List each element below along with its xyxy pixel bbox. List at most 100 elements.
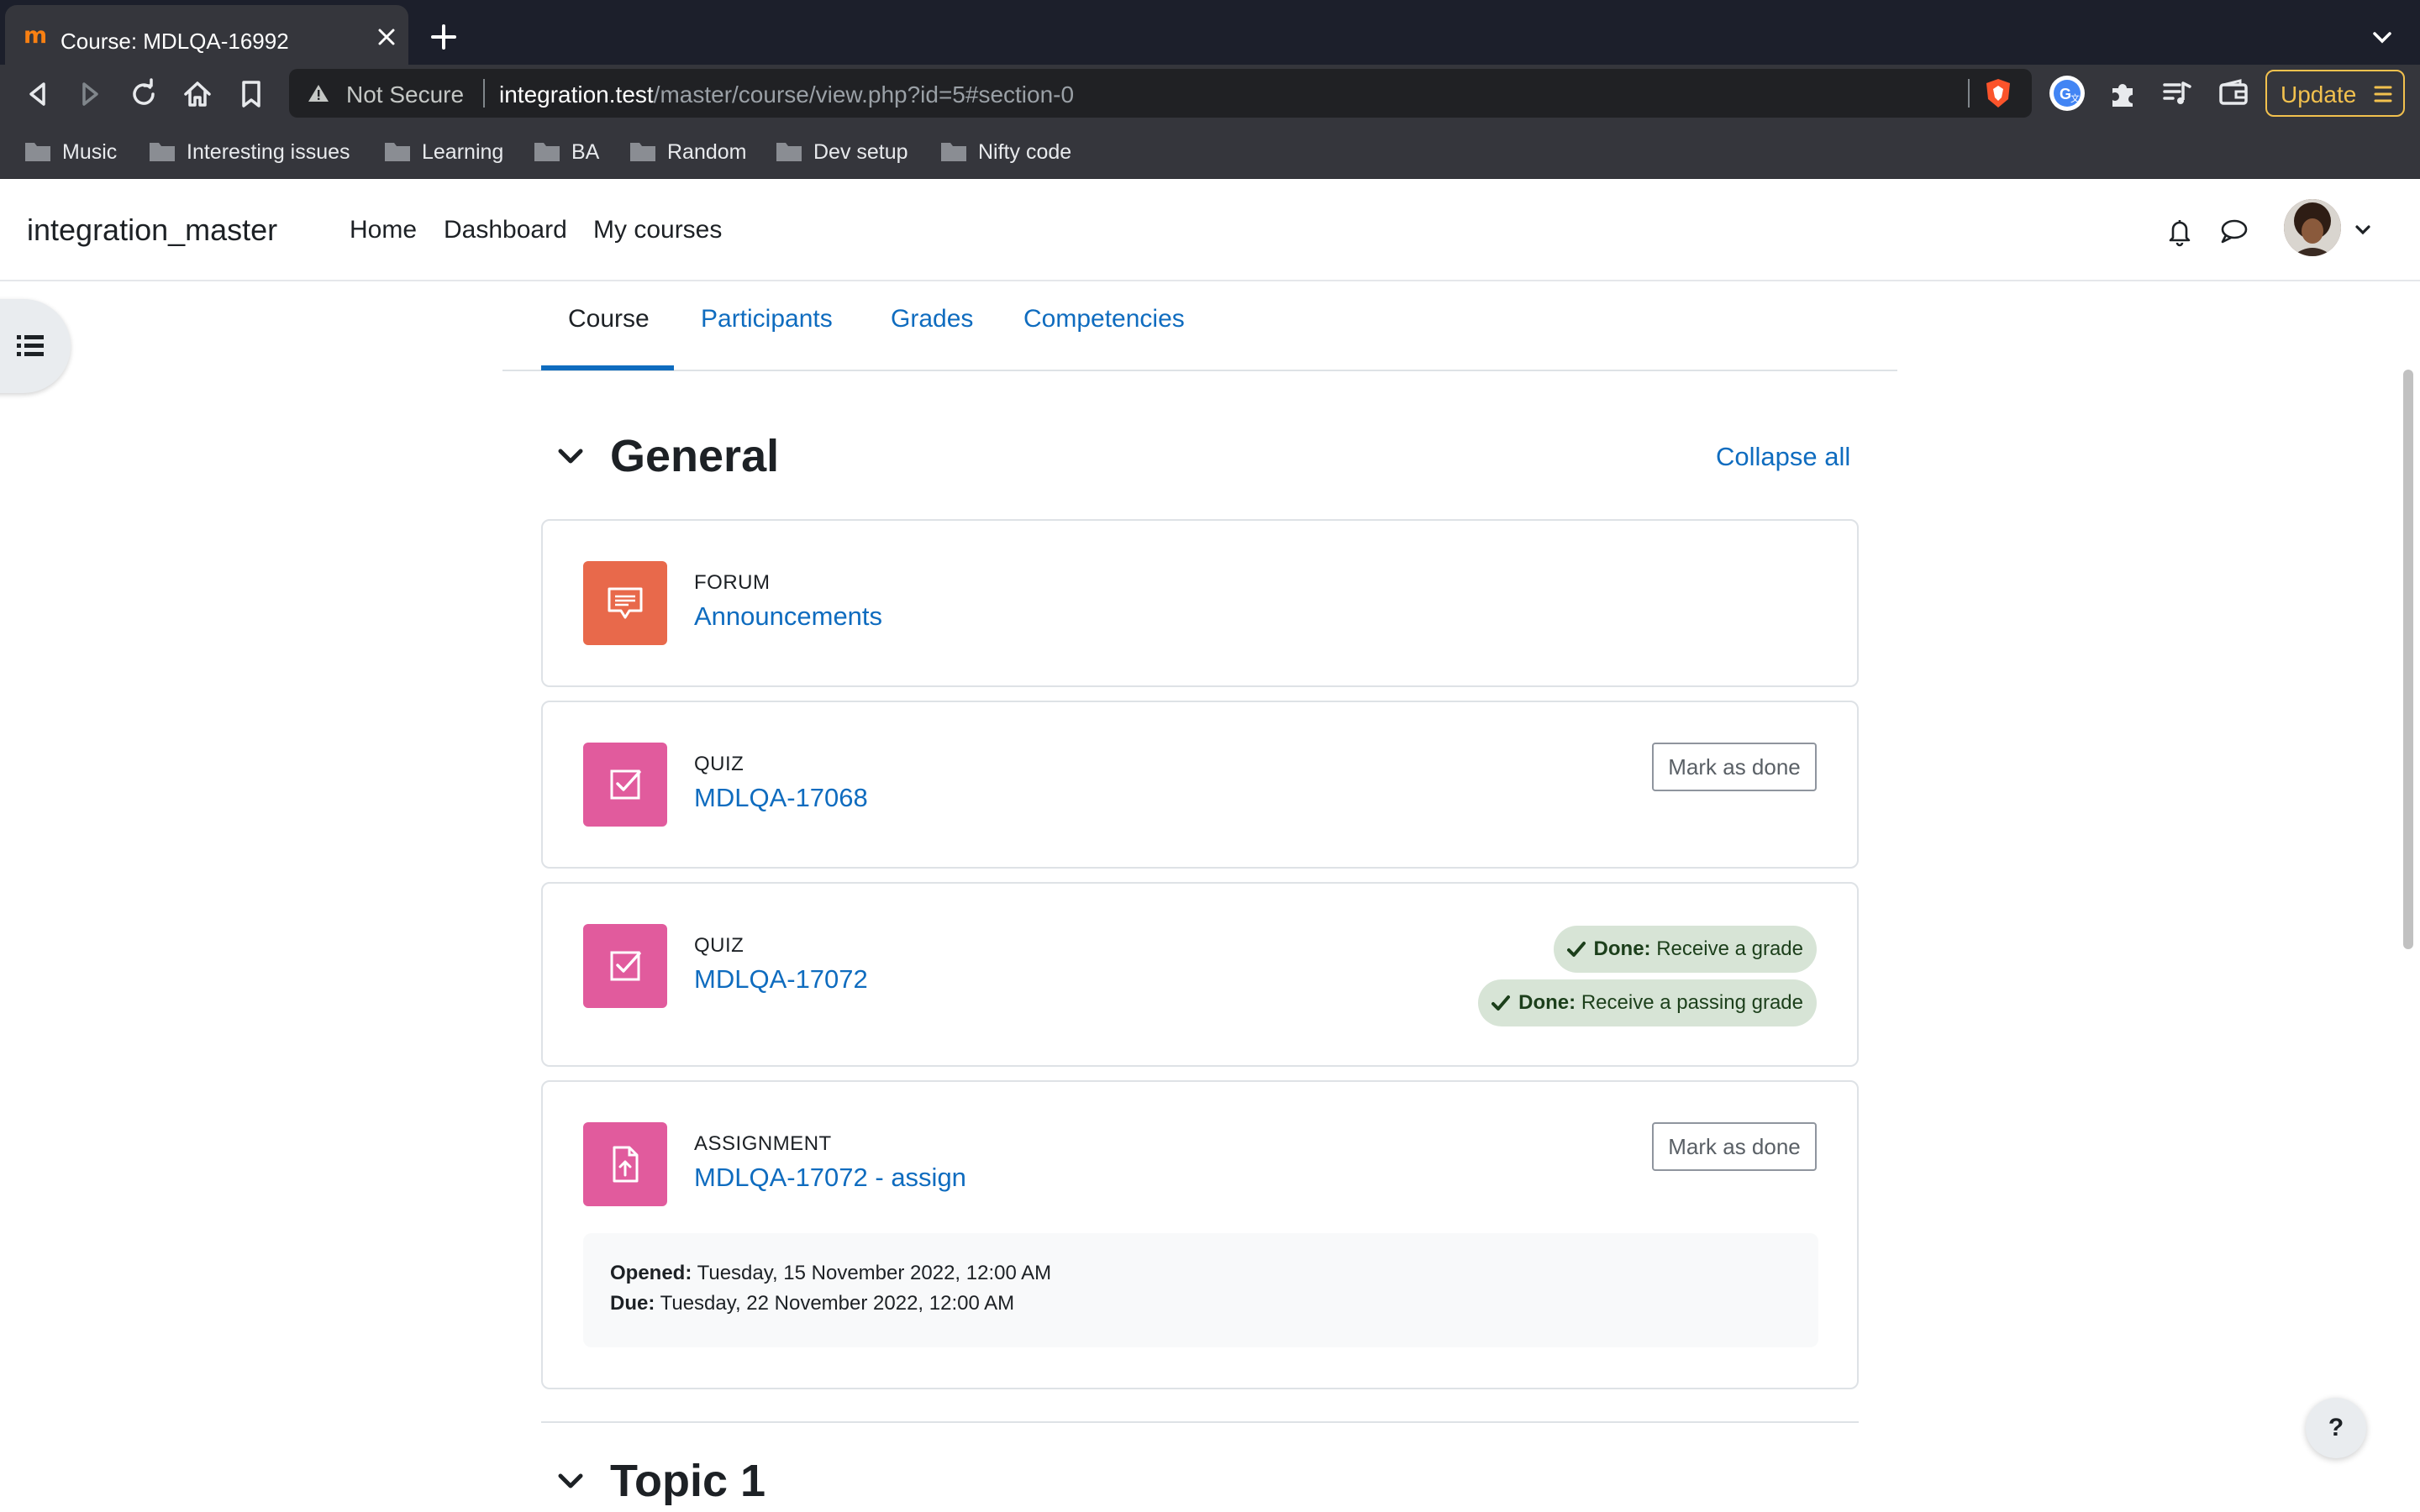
activity-link[interactable]: MDLQA-17072 - assign [694, 1163, 966, 1193]
tab-grades[interactable]: Grades [891, 305, 973, 333]
omnibox-divider [483, 79, 485, 108]
translate-extension-icon[interactable]: G文 [2049, 75, 2086, 112]
badge-text: Receive a passing grade [1581, 991, 1803, 1014]
forward-icon[interactable] [74, 78, 106, 110]
folder-icon [150, 143, 175, 161]
browser-tab-bar: m Course: MDLQA-16992 [0, 0, 2420, 65]
tab-title: Course: MDLQA-16992 [60, 29, 289, 54]
activity-assignment-17072: ASSIGNMENT MDLQA-17072 - assign Mark as … [541, 1080, 1859, 1389]
browser-toolbar: Not Secure integration.test/master/cours… [0, 65, 2420, 123]
section-topic1-header: Topic 1 [555, 1453, 1849, 1512]
browser-tab[interactable]: m Course: MDLQA-16992 [5, 5, 408, 65]
address-bar[interactable]: Not Secure integration.test/master/cours… [289, 69, 2032, 118]
not-secure-label[interactable]: Not Secure [346, 81, 464, 108]
folder-icon [534, 143, 560, 161]
bookmarks-bar: Music Interesting issues Learning BA Ran… [0, 123, 2420, 179]
url-text[interactable]: integration.test/master/course/view.php?… [499, 81, 1074, 108]
course-index-toggle[interactable] [0, 299, 71, 393]
check-icon [1491, 995, 1511, 1011]
folder-icon [941, 143, 966, 161]
date-value: Tuesday, 22 November 2022, 12:00 AM [660, 1292, 1015, 1315]
hamburger-menu-icon [2374, 86, 2392, 102]
warning-icon [308, 85, 329, 102]
activity-quiz-17072: QUIZ MDLQA-17072 Done: Receive a grade D… [541, 882, 1859, 1067]
nav-dashboard[interactable]: Dashboard [444, 216, 567, 244]
extensions-puzzle-icon[interactable] [2104, 75, 2141, 112]
moodle-favicon-icon: m [24, 23, 48, 49]
bookmark-label: Music [62, 140, 118, 164]
help-button[interactable]: ? [2306, 1398, 2366, 1458]
bookmark-icon[interactable] [235, 78, 267, 110]
back-icon[interactable] [22, 78, 54, 110]
check-icon [1566, 942, 1586, 957]
svg-text:G: G [2060, 86, 2071, 102]
notifications-bell-icon[interactable] [2163, 214, 2196, 248]
activity-link[interactable]: MDLQA-17068 [694, 783, 868, 813]
completion-badge-grade: Done: Receive a grade [1553, 926, 1817, 973]
chevron-down-icon[interactable] [2353, 219, 2373, 239]
activity-forum-announcements: FORUM Announcements [541, 519, 1859, 687]
date-label: Due: [610, 1292, 655, 1315]
badge-label: Done: [1593, 937, 1651, 960]
brave-shields-icon[interactable] [1983, 77, 2013, 109]
quiz-icon [583, 743, 667, 827]
activity-type: ASSIGNMENT [694, 1132, 832, 1155]
media-playlist-icon[interactable] [2158, 75, 2195, 112]
url-host: integration.test [499, 81, 654, 108]
folder-icon [25, 143, 50, 161]
user-avatar[interactable] [2284, 199, 2341, 256]
tab-course[interactable]: Course [568, 305, 650, 333]
bookmark-label: Learning [422, 140, 504, 164]
chevron-down-icon[interactable] [555, 440, 587, 472]
badge-label: Done: [1518, 991, 1576, 1014]
update-button[interactable]: Update [2265, 70, 2405, 117]
page-scrollbar[interactable] [2403, 370, 2413, 949]
messages-icon[interactable] [2217, 214, 2250, 248]
site-navbar: integration_master Home Dashboard My cou… [0, 179, 2420, 281]
opened-date: Opened: Tuesday, 15 November 2022, 12:00… [610, 1262, 1051, 1285]
home-icon[interactable] [182, 78, 213, 110]
folder-icon [776, 143, 802, 161]
secondary-navigation: Course Participants Grades Competencies [502, 281, 1897, 371]
activity-type: FORUM [694, 571, 771, 594]
bookmark-label: Random [667, 140, 747, 164]
reload-icon[interactable] [128, 78, 160, 110]
url-path: /master/course/view.php?id=5#section-0 [653, 81, 1075, 108]
quiz-icon [583, 924, 667, 1008]
tab-search-chevron-icon[interactable] [2370, 25, 2395, 50]
list-icon [17, 335, 44, 356]
mark-as-done-button[interactable]: Mark as done [1652, 1122, 1817, 1171]
date-label: Opened: [610, 1262, 692, 1284]
close-icon[interactable] [375, 25, 398, 49]
new-tab-plus-icon[interactable] [429, 22, 459, 52]
chevron-down-icon[interactable] [555, 1465, 587, 1497]
nav-my-courses[interactable]: My courses [593, 216, 722, 244]
svg-text:文: 文 [2070, 92, 2080, 104]
assignment-icon [583, 1122, 667, 1206]
nav-home[interactable]: Home [350, 216, 417, 244]
section-general-header: General Collapse all [555, 428, 1850, 487]
wallet-icon[interactable] [2215, 75, 2252, 112]
section-divider [541, 1421, 1859, 1423]
section-title: Topic 1 [610, 1456, 766, 1506]
badge-text: Receive a grade [1656, 937, 1803, 960]
activity-type: QUIZ [694, 934, 744, 957]
folder-icon [630, 143, 655, 161]
mark-as-done-button[interactable]: Mark as done [1652, 743, 1817, 791]
bookmark-label: Interesting issues [187, 140, 350, 164]
bookmark-label: BA [571, 140, 600, 164]
due-date: Due: Tuesday, 22 November 2022, 12:00 AM [610, 1292, 1014, 1315]
activity-link[interactable]: Announcements [694, 601, 882, 632]
activity-type: QUIZ [694, 753, 744, 775]
completion-badge-passing-grade: Done: Receive a passing grade [1478, 979, 1817, 1026]
section-title: General [610, 431, 780, 481]
forum-icon [583, 561, 667, 645]
date-value: Tuesday, 15 November 2022, 12:00 AM [697, 1262, 1052, 1284]
collapse-all-link[interactable]: Collapse all [1716, 442, 1850, 472]
bookmark-label: Dev setup [813, 140, 908, 164]
tab-participants[interactable]: Participants [701, 305, 833, 333]
activity-link[interactable]: MDLQA-17072 [694, 964, 868, 995]
site-name[interactable]: integration_master [27, 213, 277, 248]
active-tab-indicator [541, 365, 674, 370]
tab-competencies[interactable]: Competencies [1023, 305, 1185, 333]
